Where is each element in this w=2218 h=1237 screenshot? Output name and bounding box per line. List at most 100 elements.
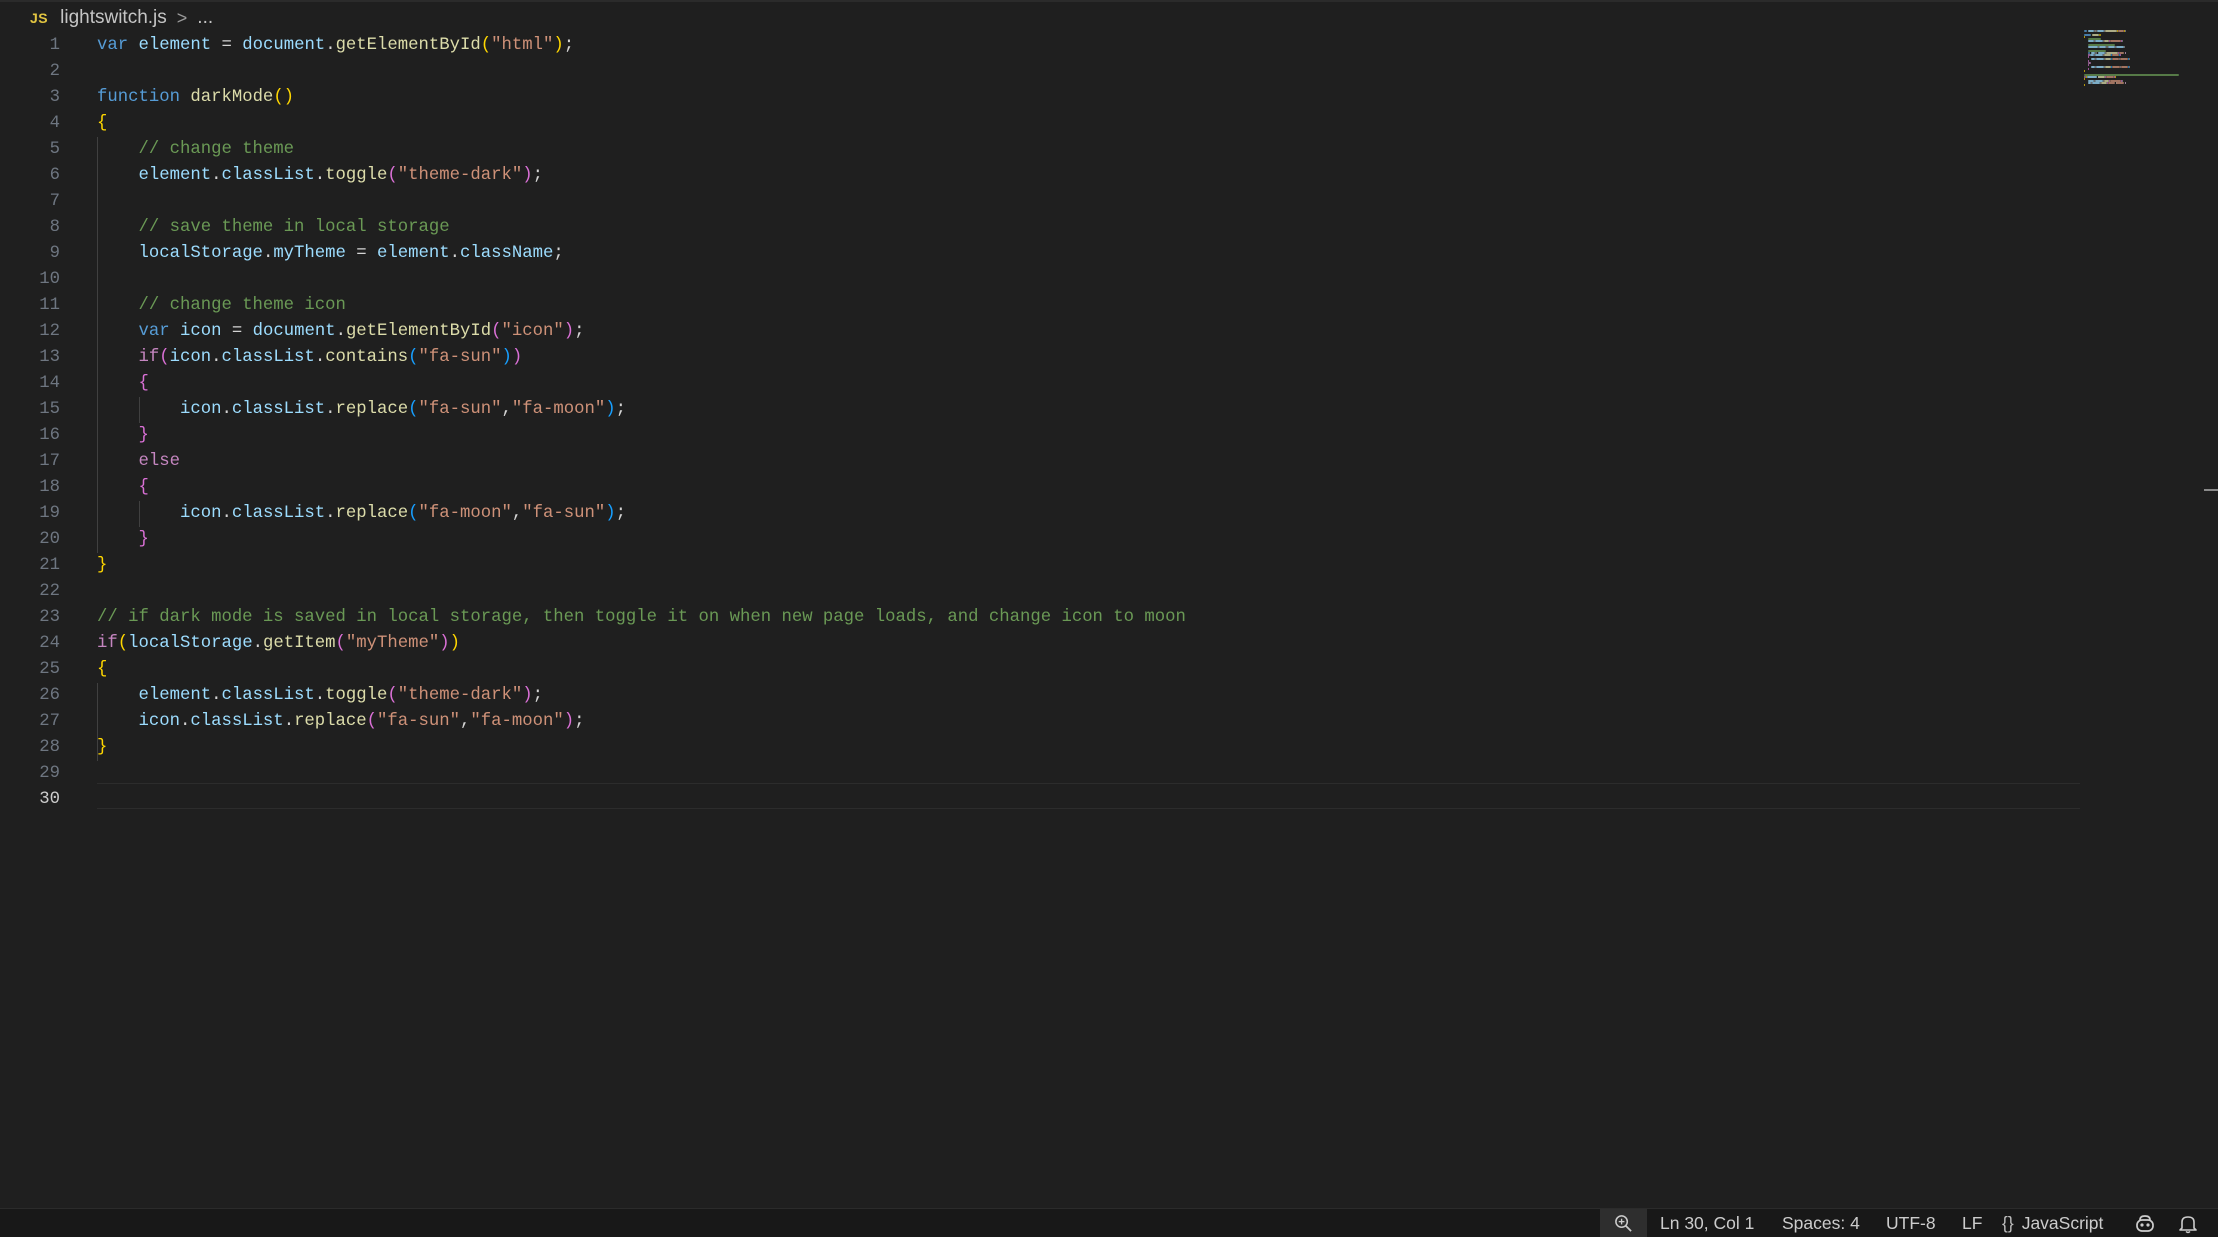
code-line[interactable]: 7	[0, 189, 2080, 215]
code-line[interactable]: 8 // save theme in local storage	[0, 215, 2080, 241]
code-token: .	[221, 400, 232, 419]
code-line[interactable]: 30	[0, 787, 2080, 813]
end-of-line-setting[interactable]: LF	[1962, 1209, 1982, 1237]
code-token: ,	[501, 400, 512, 419]
minimap[interactable]	[2084, 30, 2206, 90]
code-token: }	[97, 738, 108, 757]
code-line[interactable]: 15 icon.classList.replace("fa-sun","fa-m…	[0, 397, 2080, 423]
code-line[interactable]: 3 function darkMode()	[0, 85, 2080, 111]
code-token: (	[408, 348, 419, 367]
minimap-token	[2096, 30, 2104, 32]
code-text: icon.classList.replace("fa-sun","fa-moon…	[97, 397, 626, 423]
code-token: )	[511, 348, 523, 367]
code-token: var	[138, 322, 170, 341]
code-token: {	[138, 478, 149, 497]
code-token: icon	[179, 322, 222, 341]
code-line[interactable]: 26 element.classList.toggle("theme-dark"…	[0, 683, 2080, 709]
code-line[interactable]: 21}	[0, 553, 2080, 579]
minimap-token	[2125, 82, 2127, 84]
code-line[interactable]: 14 {	[0, 371, 2080, 397]
cursor-position[interactable]: Ln 30, Col 1	[1660, 1209, 1754, 1237]
minimap-token	[2111, 54, 2120, 56]
minimap-token	[2084, 84, 2085, 86]
bell-icon[interactable]	[2179, 1209, 2197, 1237]
code-line[interactable]: 23 // if dark mode is saved in local stor…	[0, 605, 2080, 631]
code-token: icon	[138, 712, 180, 731]
encoding-setting[interactable]: UTF-8	[1886, 1209, 1936, 1237]
code-token: darkMode	[190, 88, 274, 107]
minimap-token	[2108, 46, 2115, 48]
code-text: {	[97, 475, 149, 501]
code-token: classList	[231, 400, 326, 419]
code-line[interactable]: 25 {	[0, 657, 2080, 683]
minimap-token	[2120, 66, 2129, 68]
code-editor[interactable]: 1 var element = document.getElementById("…	[0, 33, 2090, 1203]
code-token: if	[138, 348, 160, 367]
code-line[interactable]: 29	[0, 761, 2080, 787]
code-line[interactable]: 1 var element = document.getElementById("…	[0, 33, 2080, 59]
code-token: .	[283, 712, 295, 731]
zoom-icon[interactable]	[1600, 1209, 1647, 1237]
language-mode[interactable]: {} JavaScript	[2002, 1209, 2103, 1237]
code-text: {	[97, 371, 149, 397]
code-line[interactable]: 4{	[0, 111, 2080, 137]
scrollbar-cursor-marker[interactable]	[2204, 489, 2218, 491]
code-token: "theme-dark"	[397, 166, 523, 185]
code-text: }	[97, 553, 107, 579]
code-token: =	[211, 36, 243, 55]
code-token: document	[252, 322, 336, 341]
code-text: // if dark mode is saved in local storag…	[97, 605, 1186, 631]
code-token: var	[97, 36, 129, 55]
code-line[interactable]: 2	[0, 59, 2080, 85]
breadcrumb-symbols[interactable]: ...	[197, 7, 213, 29]
code-token: replace	[335, 400, 409, 419]
minimap-token	[2094, 40, 2103, 42]
code-token: )	[605, 400, 616, 419]
line-number: 8	[49, 218, 60, 237]
code-text: }	[97, 527, 148, 553]
indentation-setting[interactable]: Spaces: 4	[1782, 1209, 1860, 1237]
code-line[interactable]: 19 icon.classList.replace("fa-moon","fa-…	[0, 501, 2080, 527]
code-line[interactable]: 5 // change theme	[0, 137, 2080, 163]
code-token: )	[605, 504, 616, 523]
code-token: ()	[273, 88, 295, 107]
code-line[interactable]: 11 // change theme icon	[0, 293, 2080, 319]
code-line[interactable]: 24 if(localStorage.getItem("myTheme"))	[0, 631, 2080, 657]
line-number: 12	[39, 322, 60, 341]
javascript-file-icon: JS	[30, 10, 49, 26]
copilot-icon[interactable]	[2134, 1209, 2156, 1237]
code-line[interactable]: 12 var icon = document.getElementById("i…	[0, 319, 2080, 345]
code-line[interactable]: 13 if(icon.classList.contains("fa-sun"))	[0, 345, 2080, 371]
code-token: {	[138, 374, 149, 393]
line-number: 18	[39, 478, 60, 497]
code-line[interactable]: 22	[0, 579, 2080, 605]
breadcrumb: JS lightswitch.js > ...	[0, 2, 2218, 34]
code-token: ,	[460, 712, 471, 731]
minimap-token	[2114, 76, 2116, 78]
code-token: function	[97, 88, 180, 107]
breadcrumb-file[interactable]: lightswitch.js	[60, 7, 167, 29]
code-line[interactable]: 27 icon.classList.replace("fa-sun","fa-m…	[0, 709, 2080, 735]
code-token: .	[325, 36, 336, 55]
code-line[interactable]: 20 }	[0, 527, 2080, 553]
code-line[interactable]: 9 localStorage.myTheme = element.classNa…	[0, 241, 2080, 267]
code-line[interactable]: 16 }	[0, 423, 2080, 449]
code-token: // change theme	[138, 140, 295, 159]
code-token: ;	[574, 322, 585, 341]
line-number: 19	[39, 504, 60, 523]
code-token: element	[138, 686, 212, 705]
code-line[interactable]: 18 {	[0, 475, 2080, 501]
code-line[interactable]: 10	[0, 267, 2080, 293]
minimap-token	[2111, 58, 2120, 60]
code-line[interactable]: 17 else	[0, 449, 2080, 475]
line-number: 26	[39, 686, 60, 705]
code-line[interactable]: 6 element.classList.toggle("theme-dark")…	[0, 163, 2080, 189]
code-line[interactable]: 28}	[0, 735, 2080, 761]
